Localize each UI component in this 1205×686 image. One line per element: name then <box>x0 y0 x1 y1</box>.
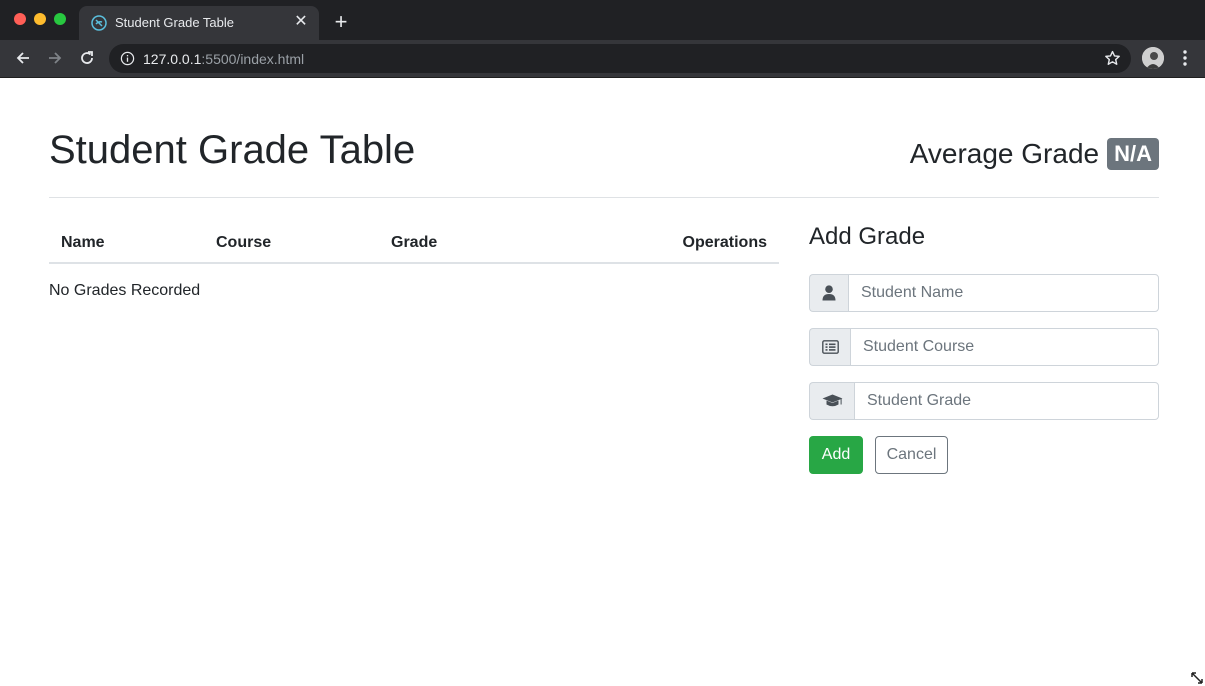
empty-table-message: No Grades Recorded <box>49 282 201 299</box>
new-tab-button[interactable]: + <box>331 11 351 33</box>
tab-close-icon[interactable]: ✕ <box>293 14 309 30</box>
menu-kebab-icon[interactable] <box>1178 48 1192 68</box>
reload-icon <box>81 51 93 64</box>
student-grade-group <box>809 382 1159 420</box>
student-grade-input[interactable] <box>854 382 1159 420</box>
student-name-input[interactable] <box>848 274 1159 312</box>
resize-handle-icon[interactable] <box>1191 672 1203 684</box>
tab-title: Student Grade Table <box>115 15 235 30</box>
header-divider <box>49 197 1159 198</box>
avatar-icon <box>1142 47 1164 69</box>
add-button[interactable]: Add <box>809 436 863 474</box>
window-close-button[interactable] <box>14 13 26 25</box>
url-text: 127.0.0.1:5500/index.html <box>143 51 304 67</box>
list-icon <box>821 340 839 354</box>
column-header-grade: Grade <box>379 224 537 264</box>
graduation-cap-icon <box>822 394 842 407</box>
add-grade-title: Add Grade <box>809 223 926 250</box>
average-grade: Average Grade N/A <box>910 138 1159 170</box>
bookmark-star-icon[interactable] <box>1104 50 1121 67</box>
profile-avatar[interactable] <box>1142 47 1164 69</box>
cancel-button[interactable]: Cancel <box>875 436 948 474</box>
table-header-row: Name Course Grade Operations <box>49 224 779 264</box>
reload-button[interactable] <box>77 48 97 68</box>
student-course-addon <box>809 328 850 366</box>
average-grade-label: Average Grade <box>909 138 1100 169</box>
browser-toolbar: 127.0.0.1:5500/index.html <box>0 40 1205 78</box>
forward-button[interactable] <box>45 48 65 68</box>
browser-tab-bar: Student Grade Table ✕ + <box>0 0 1205 40</box>
average-grade-badge: N/A <box>1107 138 1159 170</box>
user-icon <box>822 285 836 301</box>
browser-tab[interactable]: Student Grade Table ✕ <box>79 6 319 40</box>
student-course-group <box>809 328 1159 366</box>
url-path: :5500/index.html <box>201 51 305 67</box>
column-header-course: Course <box>204 224 379 264</box>
column-header-name: Name <box>49 224 204 264</box>
page-content: Student Grade Table Average Grade N/A Na… <box>0 78 1205 686</box>
grade-table: Name Course Grade Operations <box>49 224 779 264</box>
student-name-addon <box>809 274 848 312</box>
back-button[interactable] <box>13 48 33 68</box>
window-minimize-button[interactable] <box>34 13 46 25</box>
window-zoom-button[interactable] <box>54 13 66 25</box>
info-icon[interactable] <box>120 51 135 66</box>
arrow-left-icon <box>16 52 29 64</box>
address-bar[interactable]: 127.0.0.1:5500/index.html <box>109 44 1131 73</box>
column-header-operations: Operations <box>536 224 779 264</box>
favicon-icon <box>91 15 107 31</box>
page-title: Student Grade Table <box>49 128 416 172</box>
url-host: 127.0.0.1 <box>143 51 202 67</box>
student-course-input[interactable] <box>850 328 1159 366</box>
student-name-group <box>809 274 1159 312</box>
arrow-right-icon <box>49 52 62 64</box>
student-grade-addon <box>809 382 854 420</box>
